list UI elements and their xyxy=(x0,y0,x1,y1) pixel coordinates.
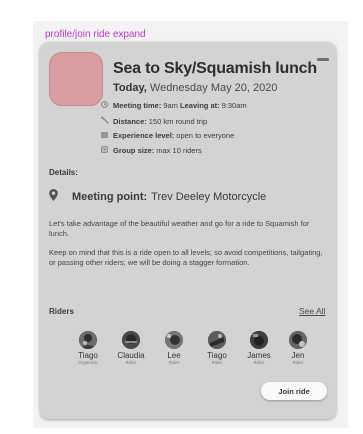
ride-card: Sea to Sky/Squamish lunch Today, Wednesd… xyxy=(40,42,336,419)
distance-row: Distance: 150 km round trip xyxy=(100,116,207,126)
ride-date: Today, Wednesday May 20, 2020 xyxy=(113,82,278,94)
riders-heading: Riders xyxy=(49,307,74,316)
leaving-label: Leaving at: xyxy=(180,101,220,110)
meeting-point-value: Trev Deeley Motorcycle xyxy=(151,190,267,203)
map-pin-icon xyxy=(49,189,61,204)
minus-icon[interactable] xyxy=(317,58,329,61)
details-heading: Details: xyxy=(49,168,78,177)
meeting-point-row: Meeting point: Trev Deeley Motorcycle xyxy=(49,189,266,204)
date-text: Wednesday May 20, 2020 xyxy=(149,82,278,94)
rider-avatar xyxy=(250,331,268,349)
leaving-value: 9:30am xyxy=(221,101,247,110)
rider-name: Tiago xyxy=(207,351,227,360)
rider-item[interactable]: Lee Rider xyxy=(154,331,194,366)
experience-row: Experience level: open to everyone xyxy=(100,131,234,140)
meeting-point-label: Meeting point: xyxy=(72,190,148,203)
meeting-time-value: 9am xyxy=(163,101,178,110)
description-paragraph: Keep on mind that this is a ride open to… xyxy=(49,248,323,267)
rider-avatar xyxy=(165,331,183,349)
rider-name: James xyxy=(247,351,271,360)
experience-value: open to everyone xyxy=(176,131,235,140)
group-size-value: max 10 riders xyxy=(156,146,202,155)
join-ride-button[interactable]: Join ride xyxy=(261,382,327,400)
rider-name: Lee xyxy=(167,351,181,360)
rider-avatar xyxy=(208,331,226,349)
rider-item[interactable]: Jen Rider xyxy=(278,331,318,366)
description-paragraph: Let's take advantage of the beautiful we… xyxy=(49,219,310,238)
group-size-row: Group size: max 10 riders xyxy=(100,146,202,155)
rider-avatar xyxy=(289,331,307,349)
date-prefix: Today, xyxy=(113,82,147,94)
meeting-time-label: Meeting time: xyxy=(113,101,162,110)
ride-avatar xyxy=(49,52,103,106)
rider-item[interactable]: Tiago Rider xyxy=(197,331,237,366)
distance-label: Distance: xyxy=(113,116,147,126)
rider-role: Rider xyxy=(253,360,265,365)
clock-icon xyxy=(100,101,109,110)
group-size-label: Group size: xyxy=(113,146,155,155)
frame-label: profile/join ride expand xyxy=(45,29,146,40)
see-all-link[interactable]: See All xyxy=(299,306,325,316)
rider-avatar xyxy=(122,331,140,349)
rider-item[interactable]: James Rider xyxy=(239,331,279,366)
rider-role: Rider xyxy=(168,360,180,365)
distance-value: 150 km round trip xyxy=(148,116,208,126)
meeting-time-row: Meeting time: 9am Leaving at: 9:30am xyxy=(100,101,247,110)
experience-label: Experience level: xyxy=(113,131,175,140)
route-icon xyxy=(100,116,109,126)
group-icon xyxy=(100,146,109,155)
level-icon xyxy=(100,131,109,140)
rider-role: Rider xyxy=(211,360,223,365)
rider-name: Claudia xyxy=(117,351,145,360)
rider-role: Rider xyxy=(125,360,137,365)
rider-name: Jen xyxy=(291,351,305,360)
ride-title: Sea to Sky/Squamish lunch xyxy=(113,60,317,77)
rider-name: Tiago xyxy=(78,351,98,360)
rider-role: Rider xyxy=(292,360,304,365)
rider-avatar xyxy=(79,331,97,349)
rider-item[interactable]: Claudia Rider xyxy=(111,331,151,366)
rider-item[interactable]: Tiago Organizer xyxy=(68,331,108,366)
rider-role: Organizer xyxy=(78,360,98,365)
